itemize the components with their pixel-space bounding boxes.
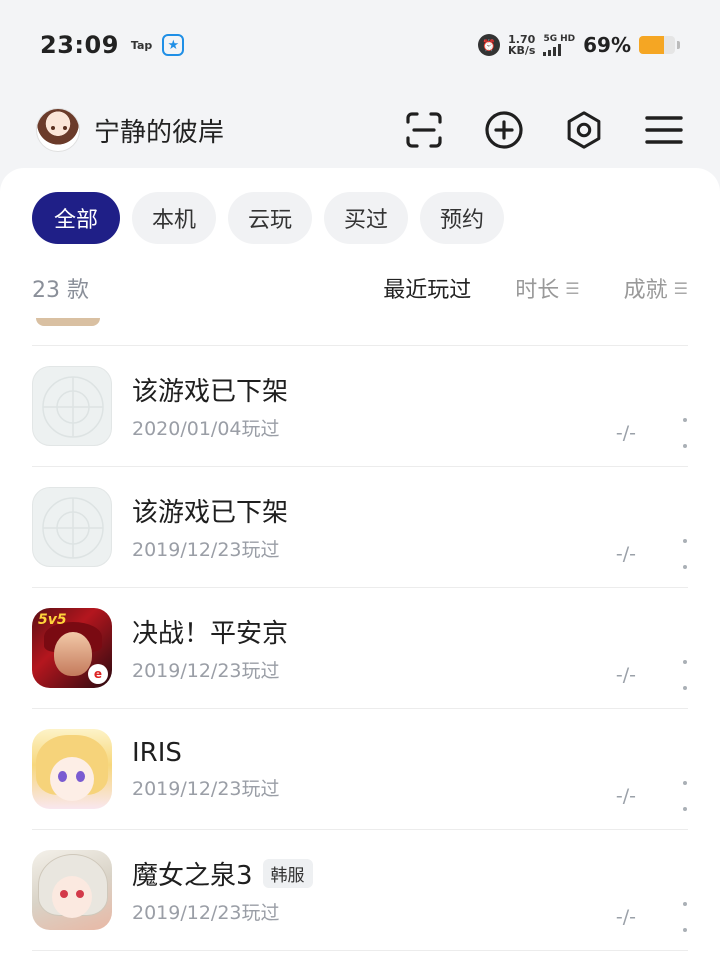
game-icon: 5v5 e — [32, 608, 112, 688]
list-item-text: 魔女之泉3 韩服 2019/12/23玩过 — [132, 855, 688, 925]
scan-icon — [406, 112, 442, 148]
game-icon — [32, 850, 112, 930]
alarm-icon: ⏰ — [477, 34, 500, 56]
sort-achievements-label: 成就 — [623, 278, 668, 303]
sort-order-icon: ☰ — [673, 278, 688, 298]
removed-game-placeholder-icon — [32, 366, 112, 446]
play-duration: -/- — [615, 543, 636, 565]
more-options-icon[interactable] — [682, 902, 688, 932]
sort-recent-label: 最近玩过 — [383, 278, 472, 303]
play-duration: -/- — [615, 664, 636, 686]
sort-row: 23 款 最近玩过 时长 ☰ 成就 ☰ — [32, 268, 688, 308]
username[interactable]: 宁静的彼岸 — [94, 112, 224, 149]
network-5g-label: 5G — [543, 34, 558, 44]
sort-recent[interactable]: 最近玩过 — [383, 272, 471, 304]
more-options-icon[interactable] — [682, 418, 688, 448]
add-circle-icon — [485, 111, 523, 149]
last-played: 2019/12/23玩过 — [132, 660, 280, 682]
status-right: ⏰ 1.70 KB/s 5G HD 69% — [477, 33, 680, 57]
game-title: 该游戏已下架 — [132, 377, 289, 407]
app-notification-icon: ★ — [162, 34, 185, 56]
battery-cap — [677, 41, 680, 49]
game-title: IRIS — [132, 737, 182, 768]
last-played: 2020/01/04玩过 — [132, 418, 280, 440]
filter-chip-all[interactable]: 全部 — [32, 192, 120, 244]
header-actions — [404, 110, 684, 150]
title-line: 该游戏已下架 — [132, 492, 688, 529]
battery-fill — [639, 36, 664, 54]
menu-button[interactable] — [644, 110, 684, 150]
more-options-icon[interactable] — [682, 539, 688, 569]
game-count: 23 款 — [32, 278, 89, 303]
avatar[interactable] — [36, 108, 80, 152]
app-header: 宁静的彼岸 — [0, 90, 720, 170]
network-speed: 1.70 KB/s — [508, 34, 535, 56]
battery-percent: 69% — [583, 33, 631, 57]
list-item[interactable]: 该游戏已下架 2019/12/23玩过 -/- — [32, 467, 688, 588]
list-item-text: 该游戏已下架 2020/01/04玩过 — [132, 371, 688, 441]
play-duration: -/- — [615, 422, 636, 444]
signal-icon — [543, 44, 575, 56]
title-line: 决战！平安京 — [132, 613, 688, 650]
sort-achievements[interactable]: 成就 ☰ — [624, 272, 688, 304]
play-duration: -/- — [615, 785, 636, 807]
list-item-text: IRIS 2019/12/23玩过 — [132, 738, 688, 801]
title-line: 魔女之泉3 韩服 — [132, 855, 688, 892]
sort-order-icon: ☰ — [565, 278, 580, 298]
game-icon — [36, 318, 100, 326]
list-item-text: 该游戏已下架 2019/12/23玩过 — [132, 492, 688, 562]
list-item[interactable]: 5v5 e 决战！平安京 2019/12/23玩过 -/- — [32, 588, 688, 709]
more-options-icon[interactable] — [682, 660, 688, 690]
list-item[interactable]: IRIS 2019/12/23玩过 -/- — [32, 709, 688, 830]
filter-chip-local[interactable]: 本机 — [132, 192, 217, 244]
game-title: 决战！平安京 — [132, 619, 289, 649]
play-duration: -/- — [615, 906, 636, 928]
network-speed-unit: KB/s — [507, 44, 536, 57]
game-icon-label: 5v5 — [38, 612, 67, 628]
list-item-partial — [32, 318, 688, 346]
network-type: 5G HD — [543, 34, 575, 56]
title-line: 该游戏已下架 — [132, 371, 688, 408]
sort-duration[interactable]: 时长 ☰ — [515, 272, 579, 304]
filter-chip-reserved[interactable]: 预约 — [420, 192, 505, 244]
tap-notification-icon: Tap — [130, 38, 153, 52]
settings-gear-icon — [567, 111, 601, 149]
publisher-logo-icon: e — [88, 664, 108, 684]
add-button[interactable] — [484, 110, 524, 150]
list-item-text: 决战！平安京 2019/12/23玩过 — [132, 613, 688, 683]
last-played: 2019/12/23玩过 — [132, 777, 280, 800]
filter-chips: 全部 本机 云玩 买过 预约 — [32, 192, 505, 244]
game-icon — [32, 729, 112, 809]
status-bar: 23:09 Tap ★ ⏰ 1.70 KB/s 5G HD 69% — [0, 0, 720, 90]
more-options-icon[interactable] — [682, 781, 688, 811]
sort-options: 最近玩过 时长 ☰ 成就 ☰ — [383, 272, 688, 304]
region-tag: 韩服 — [262, 859, 313, 888]
sort-duration-label: 时长 — [515, 278, 560, 303]
list-item[interactable]: 魔女之泉3 韩服 2019/12/23玩过 -/- — [32, 830, 688, 951]
list-item[interactable]: 该游戏已下架 2020/01/04玩过 -/- — [32, 346, 688, 467]
status-time: 23:09 — [40, 31, 119, 59]
game-title: 该游戏已下架 — [132, 498, 289, 528]
last-played: 2019/12/23玩过 — [132, 539, 280, 561]
game-list: 该游戏已下架 2020/01/04玩过 -/- 该游戏已下架 2019/12/2… — [0, 318, 720, 951]
library-sheet: 全部 本机 云玩 买过 预约 23 款 最近玩过 时长 ☰ 成就 ☰ 该游戏已下… — [0, 168, 720, 960]
filter-chip-cloud[interactable]: 云玩 — [228, 192, 313, 244]
network-hd-label: HD — [560, 34, 576, 44]
settings-button[interactable] — [564, 110, 604, 150]
filter-chip-purchased[interactable]: 买过 — [324, 192, 409, 244]
menu-icon — [645, 116, 683, 144]
title-line: IRIS — [132, 738, 688, 768]
game-title: 魔女之泉3 — [132, 861, 253, 891]
battery-icon — [639, 36, 675, 54]
removed-game-placeholder-icon — [32, 487, 112, 567]
last-played: 2019/12/23玩过 — [132, 902, 280, 924]
scan-button[interactable] — [404, 110, 444, 150]
